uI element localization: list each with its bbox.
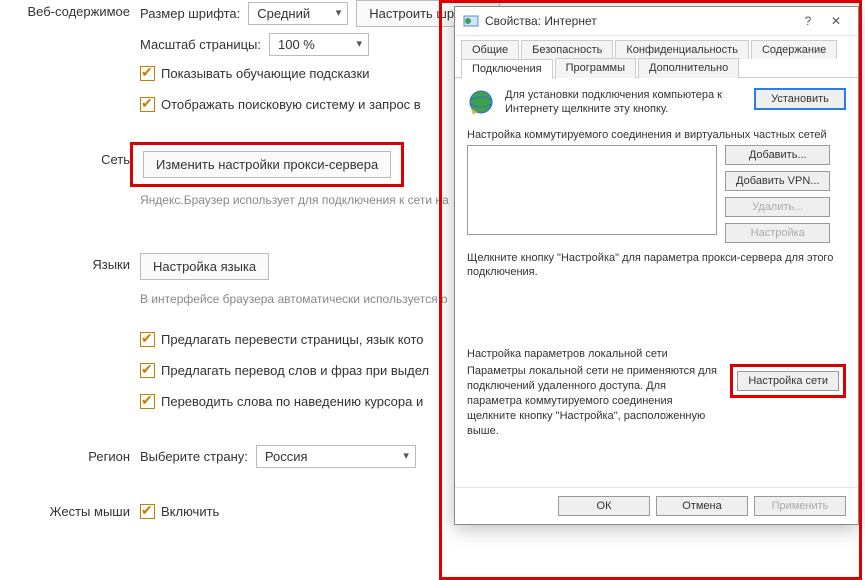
tab-connections[interactable]: Подключения	[461, 59, 553, 79]
section-languages: Языки	[0, 253, 140, 272]
tab-advanced[interactable]: Дополнительно	[638, 58, 739, 78]
country-select[interactable]: Россия	[256, 445, 416, 468]
enable-gestures-label: Включить	[161, 504, 219, 519]
add-vpn-button[interactable]: Добавить VPN...	[725, 171, 830, 191]
tab-security[interactable]: Безопасность	[521, 40, 613, 59]
proxy-note: Яндекс.Браузер использует для подключени…	[140, 193, 449, 207]
translate-words-checkbox[interactable]	[140, 363, 155, 378]
apply-button[interactable]: Применить	[754, 496, 846, 516]
dialup-group-label: Настройка коммутируемого соединения и ви…	[467, 129, 846, 141]
internet-properties-dialog: Свойства: Интернет ? ✕ Общие Безопасност…	[454, 6, 859, 525]
install-text: Для установки подключения компьютера к И…	[505, 88, 744, 117]
help-button[interactable]: ?	[794, 14, 822, 28]
show-hints-checkbox[interactable]	[140, 66, 155, 81]
connections-listbox[interactable]	[467, 145, 717, 235]
show-hints-label: Показывать обучающие подсказки	[161, 66, 369, 81]
translate-pages-label: Предлагать перевести страницы, язык кото	[161, 332, 424, 347]
section-network: Сеть	[0, 148, 140, 167]
hover-translate-checkbox[interactable]	[140, 394, 155, 409]
zoom-select[interactable]: 100 %	[269, 33, 369, 56]
show-search-label: Отображать поисковую систему и запрос в	[161, 97, 421, 112]
lan-group-label: Настройка параметров локальной сети	[467, 348, 846, 360]
section-mouse-gestures: Жесты мыши	[0, 500, 140, 519]
section-web-content: Веб-содержимое	[0, 0, 140, 19]
tab-programs[interactable]: Программы	[555, 58, 636, 78]
translate-words-label: Предлагать перевод слов и фраз при выдел	[161, 363, 429, 378]
font-size-select[interactable]: Средний	[248, 2, 348, 25]
lan-settings-button[interactable]: Настройка сети	[737, 371, 839, 391]
country-label: Выберите страну:	[140, 449, 248, 464]
translate-pages-checkbox[interactable]	[140, 332, 155, 347]
ok-button[interactable]: ОК	[558, 496, 650, 516]
close-button[interactable]: ✕	[822, 14, 850, 28]
show-search-checkbox[interactable]	[140, 97, 155, 112]
globe-icon	[467, 88, 495, 116]
proxy-settings-button[interactable]: Изменить настройки прокси-сервера	[143, 151, 391, 178]
cancel-button[interactable]: Отмена	[656, 496, 748, 516]
install-button[interactable]: Установить	[754, 88, 846, 110]
connection-settings-button[interactable]: Настройка	[725, 223, 830, 243]
section-region: Регион	[0, 445, 140, 464]
language-settings-button[interactable]: Настройка языка	[140, 253, 269, 280]
tab-content[interactable]: Содержание	[751, 40, 837, 59]
proxy-hint-text: Щелкните кнопку "Настройка" для параметр…	[467, 251, 846, 281]
language-note: В интерфейсе браузера автоматически испо…	[140, 292, 448, 306]
inet-options-icon	[463, 13, 479, 29]
zoom-label: Масштаб страницы:	[140, 37, 261, 52]
tab-privacy[interactable]: Конфиденциальность	[615, 40, 749, 59]
dialog-title: Свойства: Интернет	[485, 14, 794, 28]
lan-text: Параметры локальной сети не применяются …	[467, 364, 720, 438]
hover-translate-label: Переводить слова по наведению курсора и	[161, 394, 423, 409]
enable-gestures-checkbox[interactable]	[140, 504, 155, 519]
add-connection-button[interactable]: Добавить...	[725, 145, 830, 165]
tab-general[interactable]: Общие	[461, 40, 519, 59]
delete-connection-button[interactable]: Удалить...	[725, 197, 830, 217]
font-size-label: Размер шрифта:	[140, 6, 240, 21]
